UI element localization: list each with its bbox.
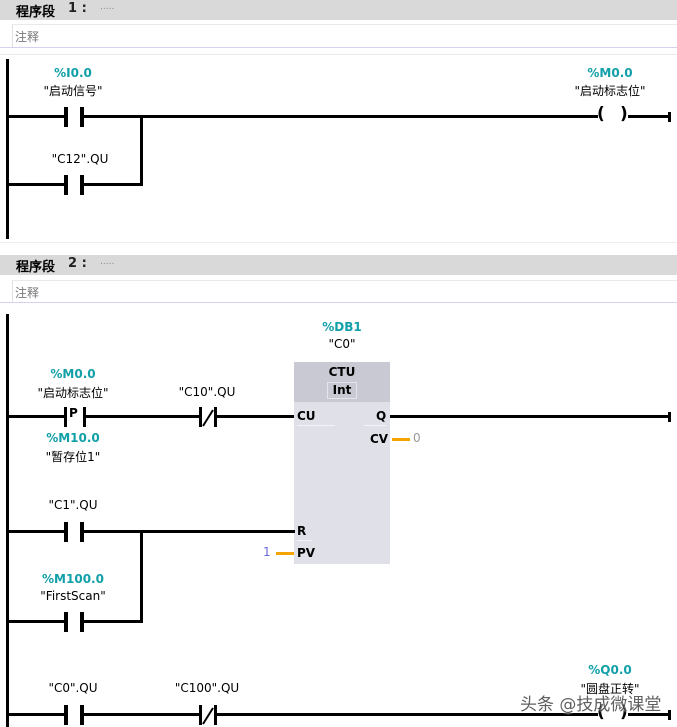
wire xyxy=(8,183,65,186)
rail-end xyxy=(668,710,671,720)
pin-q: Q xyxy=(376,409,387,423)
negation-slash-icon xyxy=(202,409,214,427)
ctu-counter-block[interactable]: CTU Int CU Q CV R PV xyxy=(294,362,390,564)
pv-connector xyxy=(276,552,294,555)
contact-tag[interactable]: "C100".QU xyxy=(137,681,277,695)
pin-underline xyxy=(364,425,386,426)
network-1-title-field[interactable]: ..... xyxy=(100,2,114,12)
watermark: 头条 @技成微课堂 xyxy=(520,695,662,715)
coil-address: %Q0.0 xyxy=(588,663,632,677)
coil-address: %M0.0 xyxy=(587,66,633,80)
wire xyxy=(8,415,65,418)
pin-cv: CV xyxy=(370,432,389,446)
network-2-comment-text: 注释 xyxy=(15,286,40,300)
divider xyxy=(0,242,677,243)
wire xyxy=(83,115,598,118)
contact-tag[interactable]: "启动信号" xyxy=(3,82,143,99)
pin-cu: CU xyxy=(297,409,316,423)
counter-db-tag[interactable]: "C0" xyxy=(272,337,412,351)
network-1-title: 程序段 xyxy=(16,5,56,20)
contact-address: %I0.0 xyxy=(54,66,92,80)
p-edge-symbol: P xyxy=(69,406,78,420)
wire xyxy=(8,620,65,623)
divider xyxy=(0,302,677,303)
divider xyxy=(0,54,677,55)
coil-right-paren: ) xyxy=(620,104,628,124)
rail-end xyxy=(668,112,671,122)
contact-address: %M100.0 xyxy=(42,572,104,586)
network-2-title: 程序段 xyxy=(16,260,56,275)
branch-wire xyxy=(140,530,143,623)
cv-connector xyxy=(392,438,410,441)
pv-value[interactable]: 1 xyxy=(263,545,271,559)
wire xyxy=(8,713,65,716)
network-2-comment[interactable]: 注释 xyxy=(12,280,677,303)
pin-r: R xyxy=(297,524,307,538)
contact-bar xyxy=(64,705,68,725)
wire xyxy=(83,713,200,716)
network-2-number: 2 : xyxy=(68,256,87,271)
cv-value[interactable]: 0 xyxy=(413,431,421,445)
divider xyxy=(0,47,677,48)
branch-wire xyxy=(140,115,143,186)
wire xyxy=(83,620,143,623)
wire xyxy=(8,530,65,533)
contact-bar xyxy=(64,612,68,632)
wire xyxy=(8,115,65,118)
contact-bar xyxy=(64,522,68,542)
coil-left-paren: ( xyxy=(597,104,605,124)
rail-end xyxy=(668,412,671,422)
contact-bar xyxy=(64,175,68,195)
contact-tag[interactable]: "C10".QU xyxy=(137,385,277,399)
wire xyxy=(86,415,200,418)
contact-tag[interactable]: "FirstScan" xyxy=(3,589,143,603)
edge-bit-tag[interactable]: "暂存位1" xyxy=(3,448,143,465)
network-1-header[interactable]: 程序段 1 : ..... xyxy=(0,0,677,20)
wire xyxy=(217,415,295,418)
network-2-header[interactable]: 程序段 2 : ..... xyxy=(0,255,677,275)
wire xyxy=(83,183,143,186)
power-rail xyxy=(6,314,9,727)
ctu-data-type[interactable]: Int xyxy=(327,382,357,399)
contact-address: %M0.0 xyxy=(50,367,96,381)
wire xyxy=(83,530,295,533)
pin-underline xyxy=(297,425,335,426)
pin-pv: PV xyxy=(297,546,316,560)
contact-bar xyxy=(64,107,68,127)
network-2-title-field[interactable]: ..... xyxy=(100,257,114,267)
coil-tag[interactable]: "启动标志位" xyxy=(540,82,677,99)
negation-slash-icon xyxy=(202,707,214,725)
wire xyxy=(628,115,670,118)
wire xyxy=(390,415,670,418)
contact-tag[interactable]: "启动标志位" xyxy=(3,384,143,401)
contact-bar xyxy=(64,407,67,427)
contact-tag[interactable]: "C12".QU xyxy=(10,152,150,166)
edge-bit-address: %M10.0 xyxy=(46,431,100,445)
contact-tag[interactable]: "C0".QU xyxy=(3,681,143,695)
pin-underline xyxy=(297,540,312,541)
ctu-block-title: CTU xyxy=(328,365,356,379)
counter-db-address: %DB1 xyxy=(322,320,362,334)
contact-tag[interactable]: "C1".QU xyxy=(3,498,143,512)
network-1-comment[interactable]: 注释 xyxy=(12,24,677,47)
ctu-block-header: CTU Int xyxy=(294,362,390,402)
network-1-number: 1 : xyxy=(68,1,87,16)
network-1-comment-text: 注释 xyxy=(15,30,40,44)
